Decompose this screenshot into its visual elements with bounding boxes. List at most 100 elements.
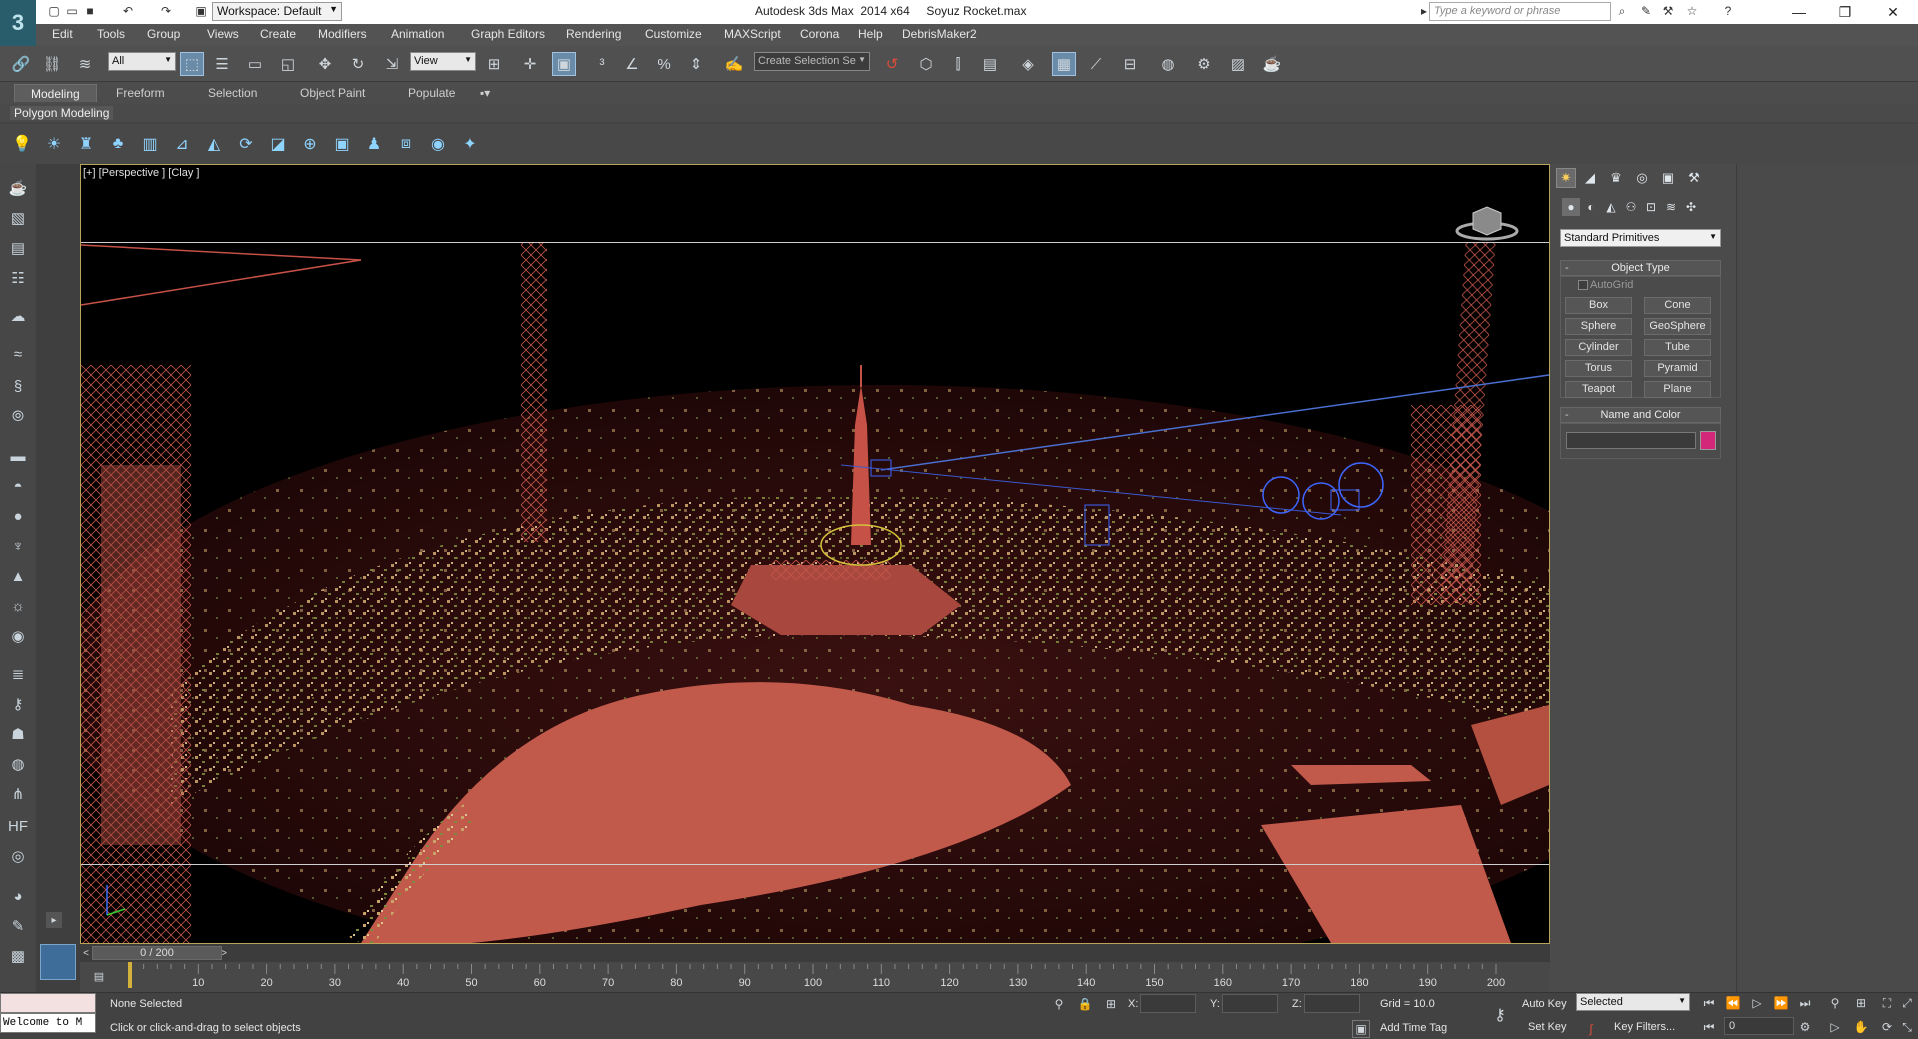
- box-shape-icon[interactable]: ▬: [6, 444, 30, 468]
- rotate-icon[interactable]: ↻: [346, 52, 370, 76]
- select-and-manipulate-icon[interactable]: ✛: [518, 52, 542, 76]
- tube-button[interactable]: Tube: [1644, 339, 1711, 356]
- select-by-name-icon[interactable]: ☰: [210, 52, 234, 76]
- angle-snap-icon[interactable]: ∠: [620, 52, 644, 76]
- stairs-icon[interactable]: ≣: [6, 662, 30, 686]
- systems-icon[interactable]: ✣: [1682, 198, 1700, 216]
- auto-key-button[interactable]: Auto Key: [1522, 998, 1567, 1010]
- render-production-icon[interactable]: ☕: [1260, 52, 1284, 76]
- display-tab-icon[interactable]: ▣: [1658, 168, 1678, 188]
- lights-icon[interactable]: ◭: [1602, 198, 1620, 216]
- pan-view-icon[interactable]: ✋: [1852, 1018, 1870, 1036]
- frame-icon[interactable]: ▣: [330, 132, 354, 156]
- shapes-icon[interactable]: ◐: [1582, 198, 1600, 216]
- asset-icon[interactable]: ◭: [202, 132, 226, 156]
- polygon-modeling-panel[interactable]: Polygon Modeling: [10, 106, 114, 120]
- ribbon-options-icon[interactable]: ▪▾: [472, 84, 498, 102]
- motion-tab-icon[interactable]: ◎: [1632, 168, 1652, 188]
- open-file-icon[interactable]: ▭: [64, 3, 80, 19]
- eye-icon[interactable]: ◉: [426, 132, 450, 156]
- cone-icon[interactable]: ▲: [6, 564, 30, 588]
- safe-frame-icon[interactable]: ⧈: [394, 132, 418, 156]
- menu-animation[interactable]: Animation: [391, 27, 444, 41]
- project-folder-icon[interactable]: ▣: [193, 3, 209, 19]
- book-icon[interactable]: ▥: [138, 132, 162, 156]
- snaps-toggle-icon[interactable]: ³: [590, 52, 614, 76]
- space-warps-icon[interactable]: ≋: [1662, 198, 1680, 216]
- percent-snap-icon[interactable]: %: [652, 52, 676, 76]
- z-coordinate-field[interactable]: [1304, 994, 1360, 1013]
- undo-icon[interactable]: ↶: [120, 3, 136, 19]
- dome-icon[interactable]: ◓: [6, 474, 30, 498]
- primitive-category-dropdown[interactable]: Standard Primitives ▼: [1560, 229, 1721, 247]
- select-object-icon[interactable]: ⬚: [180, 52, 204, 76]
- time-configuration-icon[interactable]: ⚙: [1796, 1018, 1814, 1036]
- current-frame-field[interactable]: 0: [1724, 1017, 1794, 1035]
- binoculars-icon[interactable]: ⌕: [1614, 3, 1630, 19]
- prev-frame-arrow-icon[interactable]: <: [80, 944, 92, 962]
- scene-states-icon[interactable]: ◪: [266, 132, 290, 156]
- cylinder-button[interactable]: Cylinder: [1565, 339, 1632, 356]
- utilities-tab-icon[interactable]: ⚒: [1684, 168, 1704, 188]
- quick-align-icon[interactable]: ▤: [978, 52, 1002, 76]
- pivot-center-icon[interactable]: ⊞: [482, 52, 506, 76]
- previous-frame-icon[interactable]: ⏪: [1724, 994, 1742, 1012]
- sun-light-icon[interactable]: ☀: [42, 132, 66, 156]
- tab-freeform[interactable]: Freeform: [100, 84, 181, 102]
- geosphere-button[interactable]: GeoSphere: [1644, 318, 1711, 335]
- workspace-dropdown[interactable]: Workspace: Default ▼: [212, 2, 342, 21]
- isolate-selection-icon[interactable]: ⚲: [1050, 995, 1068, 1013]
- tree-icon[interactable]: ♣: [106, 132, 130, 156]
- search-input[interactable]: Type a keyword or phrase: [1429, 2, 1611, 21]
- viewport-label[interactable]: [+] [Perspective ] [Clay ]: [83, 167, 199, 179]
- hf-icon[interactable]: HF: [6, 814, 30, 838]
- go-to-end-icon[interactable]: ⏭: [1796, 994, 1814, 1012]
- favorites-star-icon[interactable]: ☆: [1684, 3, 1700, 19]
- tab-object-paint[interactable]: Object Paint: [284, 84, 381, 102]
- trackbar-toggle-button[interactable]: [40, 944, 76, 980]
- lock-selection-icon[interactable]: 🔒: [1076, 995, 1094, 1013]
- create-tab-icon[interactable]: ✷: [1556, 168, 1576, 188]
- camera-icon[interactable]: ⦾: [6, 404, 30, 428]
- ribbon-toggle-icon[interactable]: ▦: [1052, 52, 1076, 76]
- create-selection-set-icon[interactable]: ↺: [880, 52, 904, 76]
- list-icon[interactable]: ☷: [6, 266, 30, 290]
- spinner-snap-icon[interactable]: ⇕: [684, 52, 708, 76]
- grass-icon[interactable]: ⋔: [6, 782, 30, 806]
- rotate-view-icon[interactable]: ⟳: [234, 132, 258, 156]
- menu-group[interactable]: Group: [147, 27, 180, 41]
- helpers-icon[interactable]: ⊡: [1642, 198, 1660, 216]
- teapot-button[interactable]: Teapot: [1565, 381, 1632, 398]
- modify-tab-icon[interactable]: ◢: [1580, 168, 1600, 188]
- maximize-button[interactable]: ❐: [1822, 0, 1868, 24]
- teapot-icon[interactable]: ☕: [6, 176, 30, 200]
- viewcube-icon[interactable]: [1455, 201, 1519, 241]
- box-button[interactable]: Box: [1565, 297, 1632, 314]
- key-icon[interactable]: ⚷: [6, 692, 30, 716]
- menu-graph-editors[interactable]: Graph Editors: [471, 27, 545, 41]
- plant-icon[interactable]: ♆: [6, 534, 30, 558]
- menu-customize[interactable]: Customize: [645, 27, 702, 41]
- curve-editor-icon[interactable]: ⟋: [1084, 52, 1108, 76]
- autogrid-checkbox[interactable]: [1578, 280, 1588, 290]
- selection-filter-dropdown[interactable]: All ▼: [108, 52, 176, 71]
- edit-named-selection-icon[interactable]: ✍: [722, 52, 746, 76]
- sky-icon[interactable]: ☁: [6, 304, 30, 328]
- app-logo-icon[interactable]: 3: [0, 0, 36, 46]
- zoom-extents-icon[interactable]: ⛶: [1878, 994, 1896, 1012]
- key-filters-button[interactable]: Key Filters...: [1614, 1021, 1675, 1033]
- scale-icon[interactable]: ⇲: [380, 52, 404, 76]
- container-icon[interactable]: ⊕: [298, 132, 322, 156]
- time-tag-icon[interactable]: ▣: [1352, 1020, 1370, 1038]
- plane-button[interactable]: Plane: [1644, 381, 1711, 398]
- zoom-icon[interactable]: ⚲: [1826, 994, 1844, 1012]
- keyboard-shortcut-override-icon[interactable]: ▣: [552, 52, 576, 76]
- menu-modifiers[interactable]: Modifiers: [318, 27, 367, 41]
- current-time-marker[interactable]: [128, 962, 132, 988]
- layer-manager-icon[interactable]: ◈: [1016, 52, 1040, 76]
- idea-icon[interactable]: ✦: [458, 132, 482, 156]
- curve-editor-mini-icon[interactable]: ▤: [90, 968, 108, 984]
- communication-center-icon[interactable]: ⚒: [1660, 3, 1676, 19]
- menu-corona[interactable]: Corona: [800, 27, 839, 41]
- cameras-icon[interactable]: ⚇: [1622, 198, 1640, 216]
